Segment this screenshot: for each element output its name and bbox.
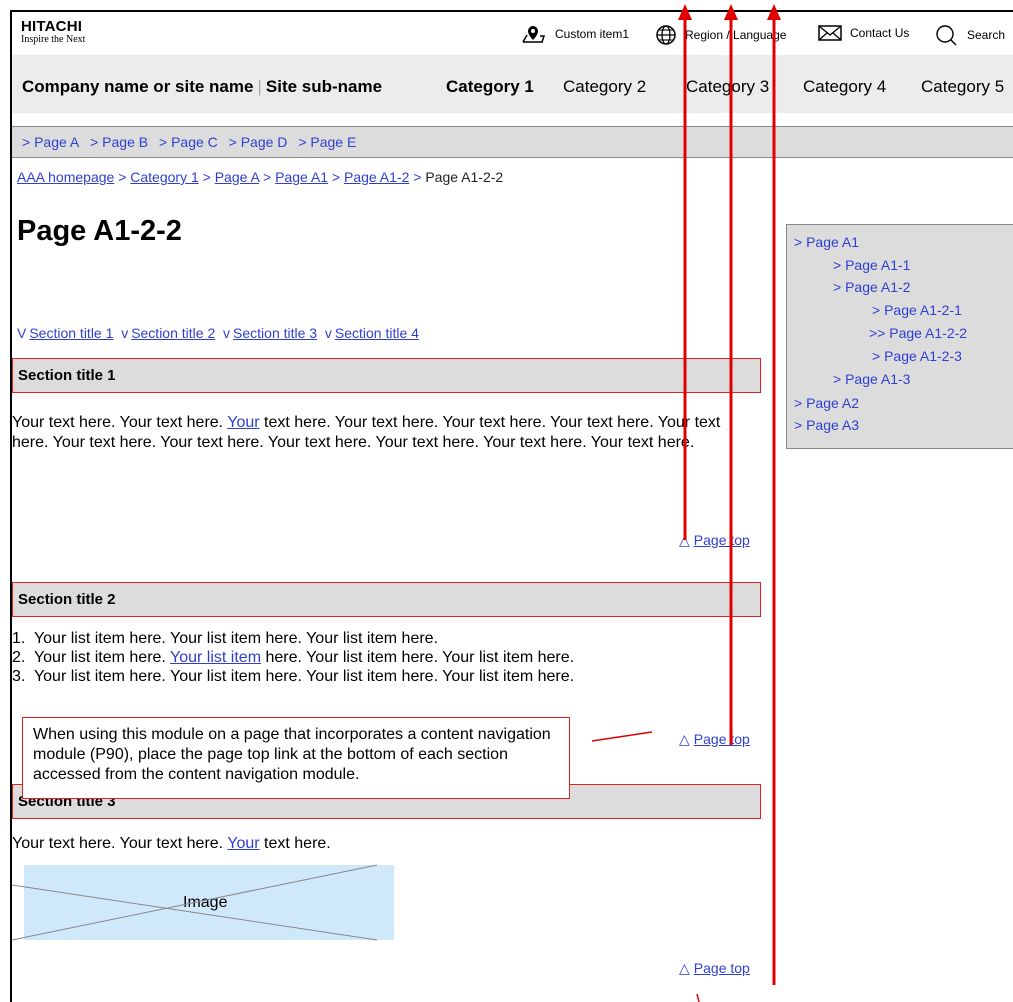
- page-top-link-1[interactable]: △ Page top: [679, 532, 750, 549]
- section-3-body: Your text here. Your text here. Your tex…: [12, 834, 762, 854]
- anchor-section-3[interactable]: Section title 3: [233, 325, 317, 341]
- body-text: text here.: [259, 835, 331, 852]
- anchor-mark: V: [17, 325, 27, 341]
- list-text: Your list item here. Your list item here…: [33, 668, 575, 685]
- page-top-label: Page top: [693, 960, 750, 976]
- list-inline-link[interactable]: Your list item: [170, 649, 261, 666]
- global-nav-category-1[interactable]: Category 1: [446, 77, 534, 97]
- search-icon: [936, 25, 957, 46]
- breadcrumb: AAA homepage > Category 1 > Page A > Pag…: [17, 169, 503, 185]
- breadcrumb-home[interactable]: AAA homepage: [17, 169, 114, 185]
- anchor-mark: v: [223, 325, 231, 341]
- section-2-header: [12, 582, 761, 617]
- section-1-body: Your text here. Your text here. Your tex…: [12, 413, 752, 453]
- local-nav-items: > Page A > Page B > Page C > Page D > Pa…: [22, 134, 363, 150]
- custom-item-link[interactable]: Custom item1: [521, 24, 629, 44]
- contact-us-link[interactable]: Contact Us: [818, 24, 909, 42]
- side-nav-page-a1-2-2[interactable]: >> Page A1-2-2: [869, 325, 967, 341]
- side-nav-page-a1-3[interactable]: > Page A1-3: [833, 371, 910, 387]
- section-1-header: [12, 358, 761, 393]
- page-top-link-3[interactable]: △ Page top: [679, 960, 750, 977]
- inline-link[interactable]: Your: [227, 414, 259, 431]
- list-item: 3. Your list item here. Your list item h…: [12, 667, 574, 686]
- region-language-label: Region / Language: [685, 28, 787, 42]
- list-number: 2.: [12, 649, 26, 666]
- triangle-up-icon: △: [679, 960, 690, 976]
- triangle-up-icon: △: [679, 731, 690, 747]
- breadcrumb-separator: >: [413, 169, 422, 185]
- breadcrumb-page-a[interactable]: Page A: [215, 169, 259, 185]
- body-text: Your text here. Your text here.: [12, 414, 228, 431]
- side-nav-page-a2[interactable]: > Page A2: [794, 395, 859, 411]
- breadcrumb-category-1[interactable]: Category 1: [130, 169, 198, 185]
- local-nav-page-c[interactable]: > Page C: [159, 134, 218, 150]
- global-nav-category-3[interactable]: Category 3: [686, 77, 769, 97]
- list-text: Your list item here.: [33, 649, 171, 666]
- logo-tagline: Inspire the Next: [21, 34, 86, 45]
- anchor-section-2[interactable]: Section title 2: [131, 325, 215, 341]
- page-top-label: Page top: [693, 532, 750, 548]
- side-nav-page-a1-1[interactable]: > Page A1-1: [833, 257, 910, 273]
- side-nav-page-a1[interactable]: > Page A1: [794, 234, 859, 250]
- anchor-section-4[interactable]: Section title 4: [335, 325, 419, 341]
- local-nav-page-a[interactable]: > Page A: [22, 134, 79, 150]
- breadcrumb-page-a1[interactable]: Page A1: [275, 169, 328, 185]
- section-anchor-links: V Section title 1 v Section title 2 v Secti…: [17, 325, 419, 341]
- global-nav-category-2[interactable]: Category 2: [563, 77, 646, 97]
- section-2-list: 1. Your list item here. Your list item h…: [12, 629, 574, 686]
- search-link[interactable]: Search: [935, 24, 1005, 46]
- inline-link[interactable]: Your: [227, 835, 259, 852]
- local-nav-page-b[interactable]: > Page B: [90, 134, 148, 150]
- side-nav-page-a3[interactable]: > Page A3: [794, 417, 859, 433]
- annotation-note: When using this module on a page that in…: [22, 717, 570, 799]
- breadcrumb-separator: >: [118, 169, 127, 185]
- list-text: Your list item here. Your list item here…: [33, 630, 439, 647]
- site-name: Company name or site name: [22, 77, 254, 96]
- custom-item-label: Custom item1: [555, 27, 630, 41]
- hitachi-logo[interactable]: HITACHI Inspire the Next: [21, 19, 85, 45]
- site-name-separator: |: [257, 77, 262, 96]
- anchor-mark: v: [121, 325, 129, 341]
- page-title: Page A1-2-2: [17, 215, 182, 247]
- site-name-group[interactable]: Company name or site name | Site sub-name: [22, 77, 382, 97]
- contact-us-label: Contact Us: [850, 26, 910, 40]
- section-1-title: Section title 1: [18, 367, 116, 384]
- breadcrumb-separator: >: [263, 169, 272, 185]
- globe-icon: [656, 25, 676, 45]
- list-number: 1.: [12, 630, 26, 647]
- breadcrumb-separator: >: [331, 169, 341, 185]
- side-nav-page-a1-2-1[interactable]: > Page A1-2-1: [872, 302, 962, 318]
- global-nav-category-5[interactable]: Category 5: [921, 77, 1004, 97]
- global-nav-category-4[interactable]: Category 4: [803, 77, 886, 97]
- side-nav-page-a1-2-3[interactable]: > Page A1-2-3: [872, 348, 962, 364]
- section-2-title: Section title 2: [18, 591, 116, 608]
- anchor-mark: v: [324, 325, 332, 341]
- triangle-up-icon: △: [679, 532, 690, 548]
- breadcrumb-page-a1-2[interactable]: Page A1-2: [344, 169, 409, 185]
- site-sub-name: Site sub-name: [265, 77, 383, 96]
- local-nav-page-e[interactable]: > Page E: [298, 134, 356, 150]
- list-item: 2. Your list item here. Your list item h…: [12, 648, 574, 667]
- page-top-link-2[interactable]: △ Page top: [679, 731, 750, 748]
- search-label: Search: [967, 28, 1006, 42]
- breadcrumb-current: Page A1-2-2: [425, 169, 504, 185]
- region-language-link[interactable]: Region / Language: [655, 24, 786, 46]
- image-label: Image: [183, 894, 228, 911]
- logo-wordmark: HITACHI: [21, 18, 83, 35]
- page-top-label: Page top: [693, 731, 750, 747]
- local-nav-page-d[interactable]: > Page D: [229, 134, 288, 150]
- list-number: 3.: [12, 668, 26, 685]
- anchor-section-1[interactable]: Section title 1: [29, 325, 113, 341]
- envelope-icon: [818, 25, 842, 41]
- breadcrumb-separator: >: [202, 169, 211, 185]
- map-pin-icon: [522, 26, 546, 43]
- list-item: 1. Your list item here. Your list item h…: [12, 629, 574, 648]
- list-text: here. Your list item here. Your list ite…: [261, 649, 575, 666]
- side-nav-page-a1-2[interactable]: > Page A1-2: [833, 279, 910, 295]
- body-text: Your text here. Your text here.: [12, 835, 228, 852]
